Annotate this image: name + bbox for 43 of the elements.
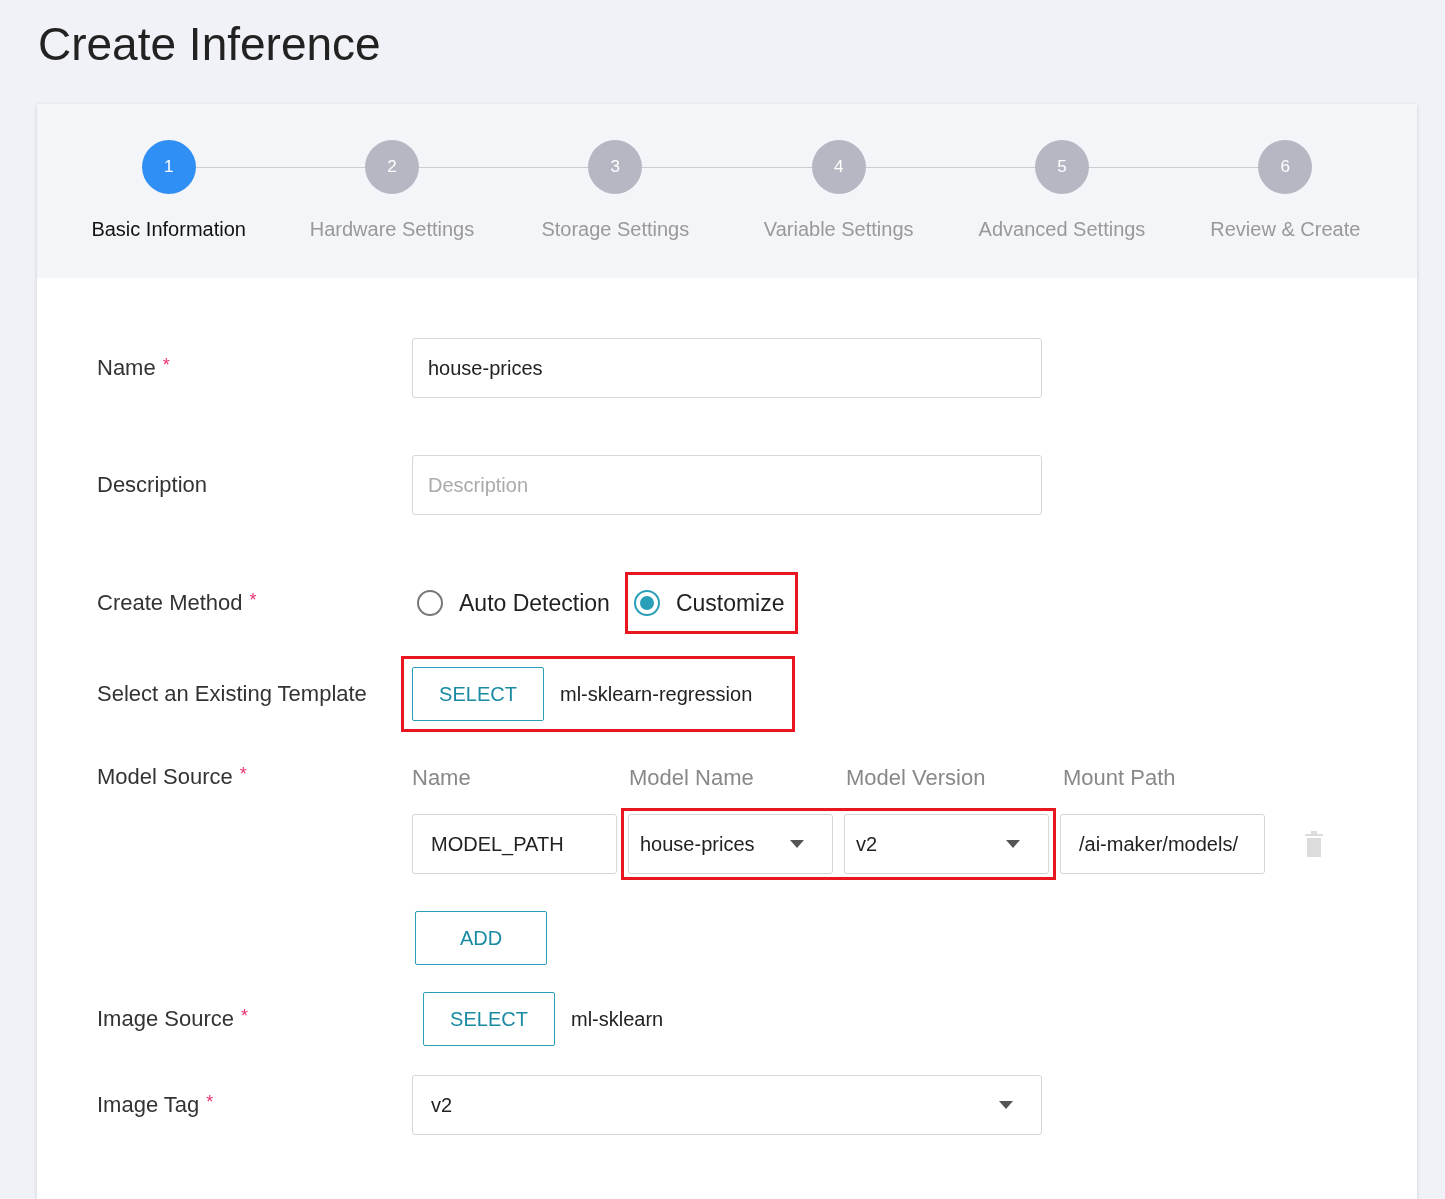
radio-button[interactable] (417, 590, 443, 616)
radio-label[interactable]: Auto Detection (459, 589, 610, 617)
caret-icon (790, 840, 804, 848)
model-version-dropdown[interactable]: v2 (844, 814, 1049, 874)
model-name-dropdown[interactable]: house-prices (628, 814, 833, 874)
column-header: Model Version (846, 764, 987, 792)
mount-path-field[interactable]: /ai-maker/models/ (1060, 814, 1265, 874)
caret-icon (1006, 840, 1020, 848)
required-mark: * (249, 590, 257, 610)
field-label: Model Source (97, 764, 233, 789)
field-label: Image Source (97, 1006, 234, 1031)
page-title: Create Inference (38, 17, 382, 72)
step-number[interactable]: 1 (141, 140, 196, 194)
field-label: Select an Existing Template (97, 681, 367, 706)
template-name: ml-sklearn-regression (560, 682, 753, 706)
select-button[interactable]: SELECT (423, 992, 555, 1046)
image-name: ml-sklearn (571, 1007, 664, 1031)
required-mark: * (240, 1006, 248, 1026)
select-button[interactable]: SELECT (412, 667, 544, 721)
step-label[interactable]: Basic Information (91, 218, 246, 241)
add-button[interactable]: ADD (415, 911, 547, 965)
column-header: Name (412, 764, 472, 792)
required-mark: * (239, 764, 247, 784)
required-mark: * (162, 355, 170, 375)
step-label[interactable]: Review & Create (1210, 218, 1361, 241)
name-field[interactable]: house-prices (412, 338, 1042, 398)
image-tag-dropdown[interactable]: v2 (412, 1075, 1042, 1135)
required-mark: * (206, 1092, 214, 1112)
column-header: Mount Path (1063, 764, 1177, 792)
step-label[interactable]: Variable Settings (763, 218, 914, 241)
radio-label[interactable]: Customize (675, 589, 785, 617)
step-label[interactable]: Hardware Settings (309, 218, 475, 241)
field-label: Image Tag (97, 1092, 200, 1117)
name-field[interactable]: MODEL_PATH (412, 814, 617, 874)
step-label[interactable]: Storage Settings (541, 218, 690, 241)
caret-icon (999, 1101, 1013, 1109)
field-label: Name (97, 355, 156, 380)
field-label: Description (97, 472, 208, 497)
column-header: Model Name (629, 764, 755, 792)
description-field[interactable]: Description (412, 455, 1042, 515)
radio-button[interactable] (633, 590, 660, 616)
field-label: Create Method (97, 590, 243, 615)
step-label[interactable]: Advanced Settings (978, 218, 1146, 241)
